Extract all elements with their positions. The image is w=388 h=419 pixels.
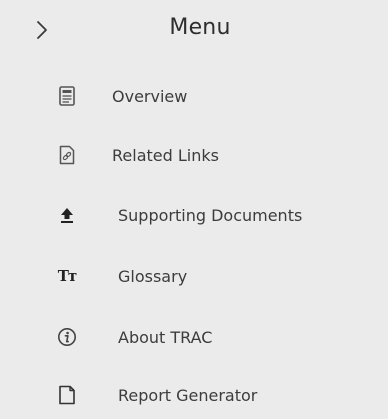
menu-title: Menu xyxy=(169,15,231,40)
menu-item-label: Related Links xyxy=(112,146,219,165)
menu-item-related-links[interactable]: Related Links xyxy=(12,135,388,175)
link-document-icon xyxy=(56,144,78,166)
menu-item-label: About TRAC xyxy=(118,328,213,347)
menu-item-label: Overview xyxy=(112,87,188,106)
upload-icon xyxy=(56,204,78,226)
side-menu: Menu Overview Related Links Supporting D… xyxy=(12,0,388,419)
menu-item-report-generator[interactable]: Report Generator xyxy=(12,375,388,415)
menu-item-glossary[interactable]: Tт Glossary xyxy=(12,256,388,296)
text-size-icon: Tт xyxy=(57,267,77,285)
menu-header: Menu xyxy=(12,0,388,62)
document-page-icon xyxy=(56,85,78,107)
report-document-icon xyxy=(56,384,78,406)
menu-item-overview[interactable]: Overview xyxy=(12,76,388,116)
menu-item-label: Supporting Documents xyxy=(118,206,303,225)
info-icon xyxy=(56,326,78,348)
menu-item-label: Glossary xyxy=(118,267,188,286)
menu-item-about-trac[interactable]: About TRAC xyxy=(12,317,388,357)
menu-item-supporting-documents[interactable]: Supporting Documents xyxy=(12,195,388,235)
menu-item-label: Report Generator xyxy=(118,386,258,405)
